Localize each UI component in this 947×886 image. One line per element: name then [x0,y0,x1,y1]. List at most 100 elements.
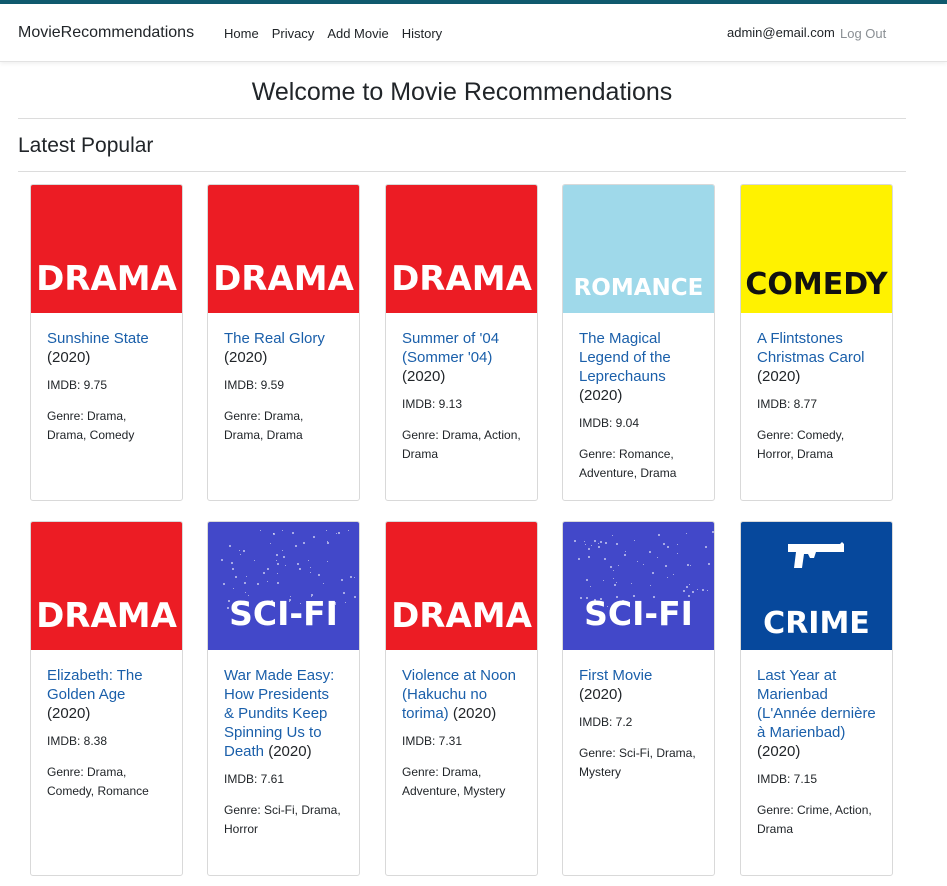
movie-genres: Genre: Drama, Drama, Comedy [47,409,135,442]
movie-title-link[interactable]: The Real Glory [224,330,325,347]
movie-year: (2020) [579,387,623,404]
starfield-dot [707,590,708,591]
starfield-dot [598,546,600,548]
movie-title-link[interactable]: Last Year at Marienbad (L'Année dernière… [757,667,876,741]
card-body: Last Year at Marienbad (L'Année dernière… [741,650,892,839]
starfield-dot [612,535,613,536]
nav-add-movie-link[interactable]: Add Movie [327,26,388,41]
movie-card[interactable]: DRAMA Summer of '04 (Sommer '04) (2020) IM… [385,184,538,501]
starfield-dot [354,577,355,578]
starfield-dot [613,578,614,579]
starfield-dot [348,530,349,531]
movie-card[interactable]: COMEDY A Flintstones Christmas Carol (202… [740,184,893,501]
starfield-dot [613,570,614,571]
starfield-dot [313,536,315,538]
movie-poster[interactable]: DRAMA [31,185,182,313]
movie-year: (2020) [757,368,801,385]
movie-poster[interactable]: SCI-FI [563,522,714,650]
user-email[interactable]: admin@email.com [727,25,835,40]
starfield-dot [690,565,691,566]
starfield-dot [223,583,225,585]
starfield-dot [618,565,619,566]
starfield-dot [350,576,352,578]
movie-poster[interactable]: CRIME [741,522,892,650]
movie-year: (2020) [757,743,801,760]
movie-card[interactable]: SCI-FI First Movie (2020) IMDB: 7.2 Genre: … [562,521,715,876]
movie-title-line: Summer of '04 (Sommer '04) (2020) [402,329,521,386]
starfield-dot [235,576,237,578]
starfield-dot [283,556,285,558]
starfield-dot [594,540,596,542]
poster-genre-label: COMEDY [745,267,888,302]
starfield-dot [624,554,626,556]
starfield-dot [285,565,286,566]
movie-genres: Genre: Sci-Fi, Drama, Mystery [579,746,696,779]
starfield-dot [687,564,689,566]
logout-button[interactable]: Log Out [840,26,886,41]
starfield-dot [677,544,678,545]
movie-poster[interactable]: DRAMA [386,522,537,650]
brand-link[interactable]: MovieRecommendations [18,24,194,42]
starfield-dot [299,568,301,570]
movie-card[interactable]: CRIME Last Year at Marienbad (L'Année der… [740,521,893,876]
starfield-dot [708,563,710,565]
starfield-dot [604,558,606,560]
movie-poster[interactable]: DRAMA [31,522,182,650]
starfield-dot [341,579,343,581]
starfield-dot [643,564,644,565]
starfield-dot [603,580,604,581]
movie-poster[interactable]: DRAMA [386,185,537,313]
nav-privacy-link[interactable]: Privacy [272,26,315,41]
movie-title-link[interactable]: Elizabeth: The Golden Age [47,667,143,703]
movie-title-link[interactable]: Sunshine State [47,330,149,347]
starfield-dot [616,543,618,545]
starfield-dot [634,540,635,541]
poster-genre-label: DRAMA [391,596,532,636]
movie-card[interactable]: DRAMA Sunshine State (2020) IMDB: 9.75 Genr… [30,184,183,501]
starfield-dot [276,554,278,556]
starfield-dot [600,541,602,543]
starfield-dot [303,542,305,544]
movie-card[interactable]: DRAMA Violence at Noon (Hakuchu no torima… [385,521,538,876]
movie-imdb-rating: IMDB: 9.04 [579,416,640,430]
starfield-dot [246,576,247,577]
movie-title-line: Elizabeth: The Golden Age (2020) [47,666,166,723]
movie-genres: Genre: Romance, Adventure, Drama [579,447,677,480]
movie-year: (2020) [448,705,497,722]
card-body: The Real Glory (2020) IMDB: 9.59 Genre: Dr… [208,313,359,445]
starfield-dot [267,568,269,570]
starfield-dot [697,589,698,590]
starfield-dot [625,551,626,552]
section-title: Latest Popular [18,134,154,157]
poster-genre-label: DRAMA [36,259,177,299]
movie-imdb-rating: IMDB: 9.75 [47,378,108,392]
starfield-dot [591,545,592,546]
movie-poster[interactable]: SCI-FI [208,522,359,650]
movie-imdb-rating: IMDB: 7.2 [579,715,633,729]
page-title: Welcome to Movie Recommendations [251,78,673,106]
starfield-dot [637,561,638,562]
nav-history-link[interactable]: History [402,26,442,41]
starfield-dot [277,582,279,584]
movie-title-link[interactable]: The Magical Legend of the Leprechauns [579,330,671,385]
movie-card[interactable]: SCI-FI War Made Easy: How Presidents & Pu… [207,521,360,876]
movie-card[interactable]: DRAMA The Real Glory (2020) IMDB: 9.59 Genr… [207,184,360,501]
movie-poster[interactable]: DRAMA [208,185,359,313]
nav-home-link[interactable]: Home [224,26,259,41]
movie-title-line: Sunshine State (2020) [47,329,166,367]
starfield-dot [590,586,591,587]
starfield-dot [338,532,340,534]
starfield-dot [665,565,667,567]
movie-card[interactable]: ROMANCE The Magical Legend of the Leprech… [562,184,715,501]
movie-title-link[interactable]: First Movie [579,667,652,684]
movie-title-line: War Made Easy: How Presidents & Pundits … [224,666,343,761]
movie-poster[interactable]: ROMANCE [563,185,714,313]
movie-title-link[interactable]: A Flintstones Christmas Carol [757,330,865,366]
starfield-dot [336,533,337,534]
starfield-dot [584,541,585,542]
movie-card[interactable]: DRAMA Elizabeth: The Golden Age (2020) IMD… [30,521,183,876]
movie-poster[interactable]: COMEDY [741,185,892,313]
starfield-dot [663,543,665,545]
card-body: First Movie (2020) IMDB: 7.2 Genre: Sci-Fi… [563,650,714,782]
movie-title-link[interactable]: Summer of '04 (Sommer '04) [402,330,499,366]
